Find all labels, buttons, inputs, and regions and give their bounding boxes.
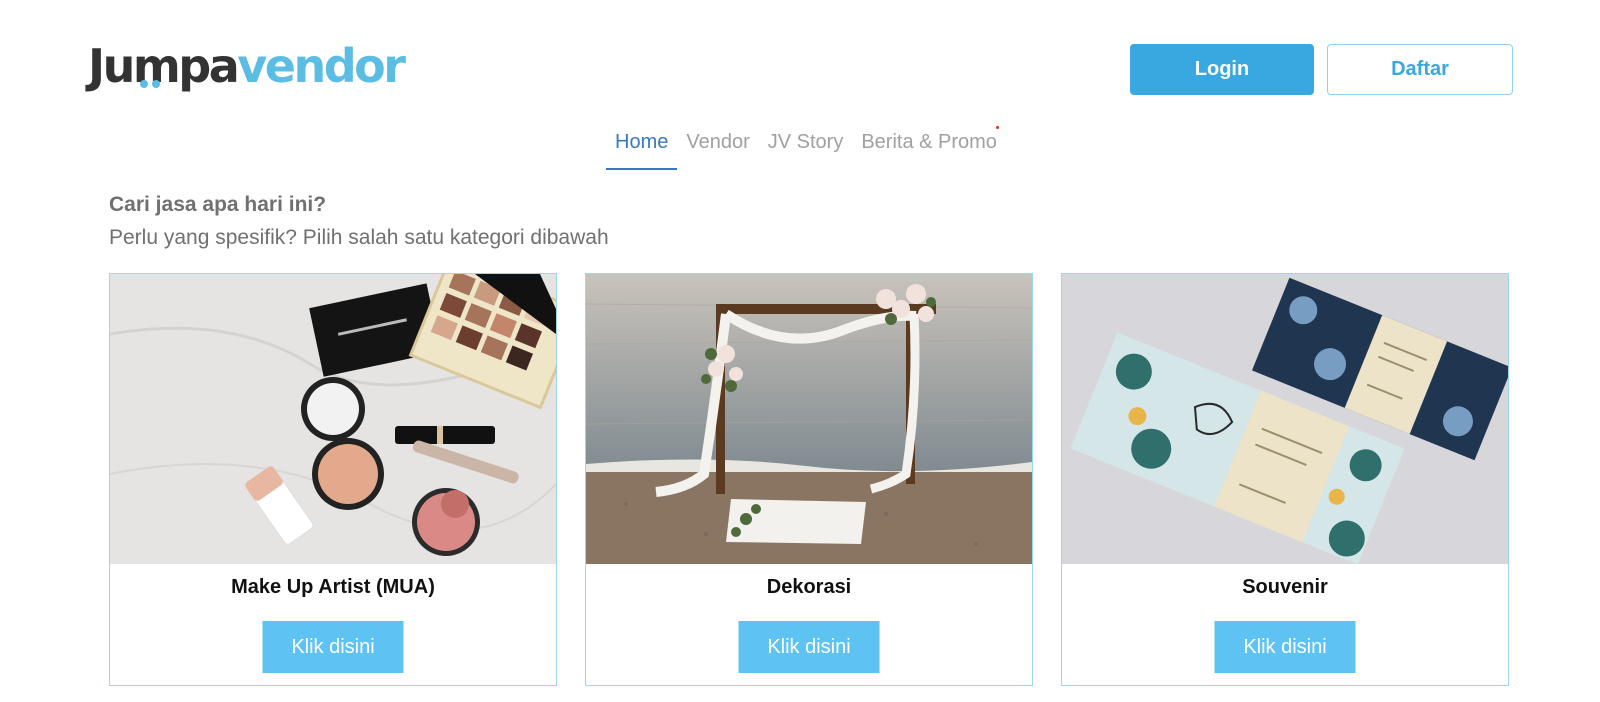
card-button-mua[interactable]: Klik disini bbox=[262, 621, 404, 673]
nav-item-home[interactable]: Home bbox=[606, 126, 678, 170]
register-button[interactable]: Daftar bbox=[1327, 44, 1513, 95]
card-title: Dekorasi bbox=[766, 576, 852, 598]
nav-item-vendor[interactable]: Vendor bbox=[677, 126, 758, 168]
card-title: Make Up Artist (MUA) bbox=[231, 576, 435, 598]
card-title: Souvenir bbox=[1242, 576, 1328, 598]
section-subheading: Perlu yang spesifik? Pilih salah satu ka… bbox=[109, 226, 609, 249]
logo-dots bbox=[140, 40, 164, 104]
card-button-souvenir[interactable]: Klik disini bbox=[1214, 621, 1356, 673]
login-button[interactable]: Login bbox=[1130, 44, 1314, 95]
card-button-dekorasi[interactable]: Klik disini bbox=[738, 621, 880, 673]
section-heading: Cari jasa apa hari ini? bbox=[109, 193, 327, 216]
logo-text-light: vendor bbox=[237, 39, 406, 93]
notification-dot bbox=[996, 126, 999, 129]
nav-item-berita-promo[interactable]: Berita & Promo bbox=[852, 126, 1006, 168]
jumpavendor-logo[interactable]: Jumpavendor bbox=[88, 34, 406, 98]
decoration-image bbox=[586, 274, 1032, 564]
category-card-mua[interactable]: Make Up Artist (MUA) Klik disini bbox=[109, 273, 557, 686]
category-card-dekorasi[interactable]: Dekorasi Klik disini bbox=[585, 273, 1033, 686]
main-nav: Home Vendor JV Story Berita & Promo bbox=[606, 126, 1006, 170]
makeup-image bbox=[110, 274, 556, 564]
nav-item-jv-story[interactable]: JV Story bbox=[759, 126, 853, 168]
category-card-souvenir[interactable]: Souvenir Klik disini bbox=[1061, 273, 1509, 686]
souvenir-image bbox=[1062, 274, 1508, 564]
